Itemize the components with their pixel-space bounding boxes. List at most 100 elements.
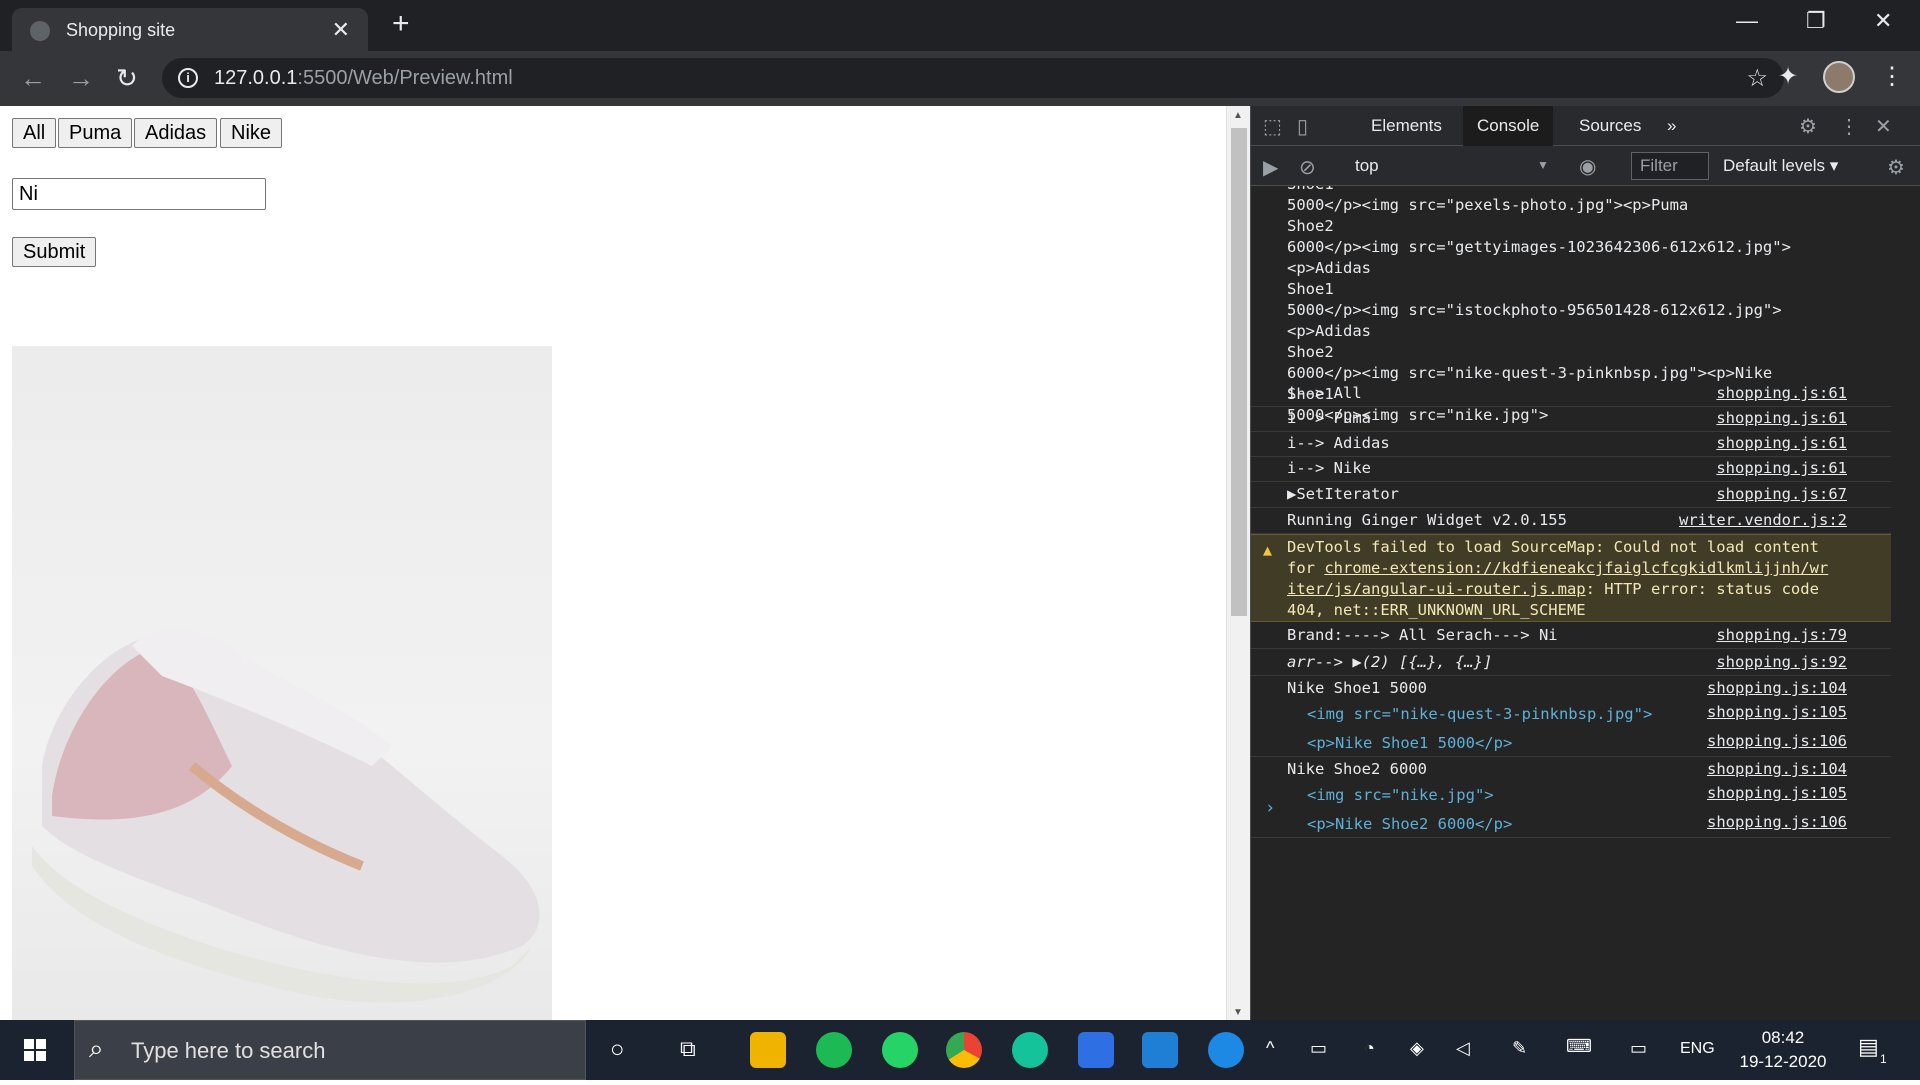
pen-icon[interactable]: ✎ (1512, 1038, 1527, 1059)
notification-icon[interactable]: ▤ (1858, 1034, 1879, 1060)
console-line: <p>Nike Shoe1 5000</p> shopping.js:106 (1251, 730, 1891, 757)
chevron-down-icon[interactable]: ▼ (1537, 158, 1549, 172)
console-line: <img src="nike.jpg"> shopping.js:105 (1307, 784, 1847, 804)
source-link[interactable]: shopping.js:79 (1716, 626, 1847, 644)
source-link[interactable]: shopping.js:104 (1707, 679, 1847, 697)
search-input[interactable] (12, 178, 266, 210)
filter-input[interactable]: Filter (1631, 152, 1709, 180)
keyboard-icon[interactable]: ⌨ (1566, 1036, 1592, 1057)
new-tab-icon[interactable]: + (392, 9, 410, 39)
log-levels-dropdown[interactable]: Default levels ▾ (1723, 156, 1838, 176)
back-icon[interactable]: ← (20, 63, 46, 94)
source-link[interactable]: writer.vendor.js:2 (1679, 511, 1847, 529)
avatar[interactable] (1823, 61, 1855, 93)
console-line: i--> All shopping.js:61 (1251, 382, 1891, 407)
source-link[interactable]: shopping.js:105 (1707, 784, 1847, 802)
console-line: Brand:----> All Serach---> Ni shopping.js… (1251, 623, 1891, 649)
source-link[interactable]: shopping.js:67 (1716, 485, 1847, 503)
file-explorer-icon[interactable] (750, 1032, 786, 1068)
taskbar: ⌕ Type here to search ○ ⧉ ^ ▭ ◔ ◈ ◁ ✎ ⌨ … (0, 1020, 1920, 1080)
console-output: Shoe1 5000</p><img src="pexels-photo.jpg… (1251, 186, 1920, 1020)
source-link[interactable]: shopping.js:61 (1716, 384, 1847, 402)
sidebar-toggle-icon[interactable]: ▶ (1263, 155, 1278, 180)
clock-date: 19-12-2020 (1739, 1052, 1827, 1071)
more-tabs-icon[interactable]: » (1653, 106, 1690, 146)
start-button[interactable] (0, 1020, 70, 1080)
menu-icon[interactable]: ⋮ (1880, 62, 1904, 91)
console-line[interactable]: ▶SetIterator shopping.js:67 (1251, 482, 1891, 508)
tab-elements[interactable]: Elements (1357, 106, 1456, 146)
browser-tab[interactable]: Shopping site ✕ (12, 8, 368, 51)
sourcemap-link[interactable]: chrome-extension://kdfieneakcjfaiglcfcgk… (1324, 559, 1828, 577)
restore-icon[interactable]: ❐ (1806, 8, 1826, 34)
console-line: <img src="nike-quest-3-pinknbsp.jpg"> sho… (1307, 703, 1847, 723)
console-line: Running Ginger Widget v2.0.155 writer.ven… (1251, 508, 1891, 534)
forward-icon[interactable]: → (68, 63, 94, 94)
context-selector[interactable]: top (1355, 156, 1379, 176)
sourcemap-link-cont[interactable]: iter/js/angular-ui-router.js.map (1287, 580, 1586, 598)
tab-console[interactable]: Console (1463, 106, 1554, 146)
warning-message: ▲ DevTools failed to load SourceMap: Cou… (1251, 534, 1891, 622)
dropbox-icon[interactable]: ◈ (1410, 1038, 1424, 1059)
bookmark-star-icon[interactable]: ☆ (1746, 64, 1768, 93)
wifi-icon[interactable]: ◔ (1364, 1038, 1375, 1059)
chrome-icon[interactable] (946, 1032, 982, 1068)
spotify-icon[interactable] (816, 1032, 852, 1068)
minimize-icon[interactable]: — (1736, 8, 1758, 34)
volume-icon[interactable]: ◁ (1456, 1038, 1470, 1059)
device-toolbar-icon[interactable]: ▯ (1297, 114, 1308, 139)
help-icon[interactable] (1208, 1032, 1244, 1068)
source-link[interactable]: shopping.js:61 (1716, 459, 1847, 477)
close-devtools-icon[interactable]: ✕ (1875, 114, 1892, 139)
tab-sources[interactable]: Sources (1565, 106, 1655, 146)
source-link[interactable]: shopping.js:104 (1707, 760, 1847, 778)
inspect-icon[interactable]: ⬚ (1263, 114, 1282, 139)
clock[interactable]: 08:42 19-12-2020 (1728, 1026, 1838, 1074)
console-line[interactable]: arr--> ▶(2) [{…}, {…}] shopping.js:92 (1251, 649, 1891, 676)
display-icon[interactable]: ▭ (1630, 1038, 1647, 1059)
scroll-up-icon[interactable]: ▲ (1233, 110, 1243, 121)
devtools-panel: ⬚ ▯ Elements Console Sources » ⚙ ⋮ ✕ ▶ ⊘… (1250, 106, 1920, 1020)
brand-button-nike[interactable]: Nike (220, 118, 283, 148)
source-link[interactable]: shopping.js:106 (1707, 813, 1847, 831)
taskbar-search[interactable]: ⌕ Type here to search (74, 1020, 586, 1080)
console-scrollbar[interactable] (1891, 186, 1920, 1020)
source-link[interactable]: shopping.js:92 (1716, 653, 1847, 671)
info-icon[interactable]: i (178, 68, 198, 88)
extensions-icon[interactable]: ✦ (1778, 62, 1798, 91)
notification-count: 1 (1880, 1052, 1887, 1066)
source-link[interactable]: shopping.js:61 (1716, 409, 1847, 427)
reload-icon[interactable]: ↻ (116, 63, 138, 94)
task-view-icon[interactable]: ⧉ (680, 1036, 696, 1062)
language-indicator[interactable]: ENG (1680, 1040, 1715, 1058)
source-link[interactable]: shopping.js:61 (1716, 434, 1847, 452)
cortana-icon[interactable]: ○ (610, 1036, 625, 1064)
brand-button-all[interactable]: All (12, 118, 57, 148)
console-prompt[interactable]: › (1265, 798, 1275, 818)
source-link[interactable]: shopping.js:105 (1707, 703, 1847, 721)
writer-icon[interactable] (1078, 1032, 1114, 1068)
battery-icon[interactable]: ▭ (1310, 1038, 1327, 1059)
close-window-icon[interactable]: ✕ (1874, 8, 1892, 34)
close-tab-icon[interactable]: ✕ (332, 17, 350, 43)
chevron-up-icon[interactable]: ^ (1266, 1038, 1274, 1059)
page-scrollbar[interactable]: ▲ ▼ (1226, 106, 1250, 1020)
brand-button-puma[interactable]: Puma (58, 118, 133, 148)
grammarly-icon[interactable] (1012, 1032, 1048, 1068)
console-settings-icon[interactable]: ⚙ (1887, 155, 1905, 180)
kebab-menu-icon[interactable]: ⋮ (1839, 114, 1859, 139)
product-image (12, 346, 552, 1020)
submit-button[interactable]: Submit (12, 237, 97, 267)
vscode-icon[interactable] (1142, 1032, 1178, 1068)
source-link[interactable]: shopping.js:106 (1707, 732, 1847, 750)
eye-icon[interactable]: ◉ (1579, 154, 1596, 179)
clear-console-icon[interactable]: ⊘ (1299, 155, 1316, 180)
page-content: All Puma Adidas Nike Submit (0, 106, 1226, 1020)
scroll-thumb[interactable] (1231, 128, 1247, 616)
brand-button-adidas[interactable]: Adidas (134, 118, 218, 148)
whatsapp-icon[interactable] (882, 1032, 918, 1068)
settings-gear-icon[interactable]: ⚙ (1799, 114, 1817, 139)
browser-titlebar: Shopping site ✕ + — ❐ ✕ (0, 0, 1920, 51)
address-bar[interactable]: i 127.0.0.1:5500/Web/Preview.html ☆ (162, 58, 1784, 98)
scroll-down-icon[interactable]: ▼ (1233, 1007, 1243, 1018)
